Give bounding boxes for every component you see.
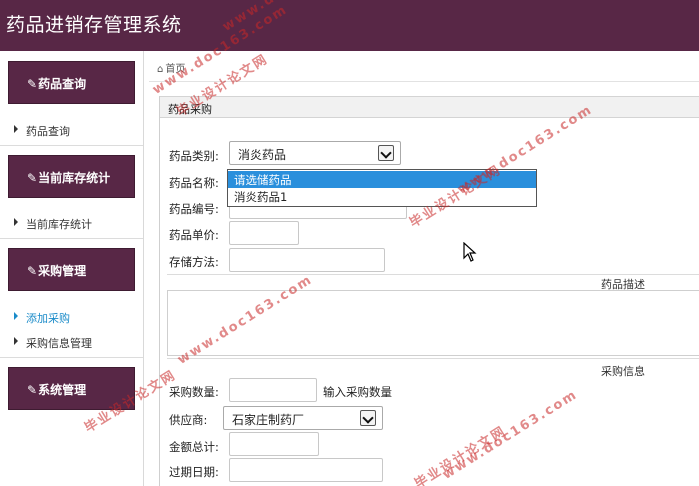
panel-header: 药品采购 [160, 96, 699, 118]
storage-method-input[interactable] [229, 248, 385, 272]
breadcrumb: ⌂ 首页 [157, 60, 185, 75]
category-select[interactable]: 消炎药品 [229, 141, 401, 165]
divider [0, 357, 143, 358]
sidebar-item-stock-stats[interactable]: 当前库存统计 [0, 214, 143, 232]
quantity-label: 采购数量: [169, 385, 219, 399]
edit-icon: ✎ [27, 383, 38, 397]
quantity-hint: 输入采购数量 [323, 385, 392, 399]
divider [167, 274, 699, 275]
sidebar-header-system-mgmt[interactable]: ✎系统管理 [8, 367, 135, 410]
supplier-select[interactable]: 石家庄制药厂 [223, 406, 383, 430]
sidebar-item-add-purchase[interactable]: 添加采购 [0, 308, 143, 326]
sidebar-header-drug-query[interactable]: ✎药品查询 [8, 61, 135, 104]
expiry-date-input[interactable] [229, 458, 383, 482]
total-amount-input[interactable] [229, 432, 319, 456]
edit-icon: ✎ [27, 264, 38, 278]
chevron-down-icon [360, 410, 376, 426]
caret-right-icon [14, 125, 18, 133]
expiry-date-label: 过期日期: [169, 465, 219, 479]
panel-title: 药品采购 [168, 103, 212, 116]
sidebar-item-purchase-info[interactable]: 采购信息管理 [0, 333, 143, 351]
top-header-bar: 药品进销存管理系统 [0, 0, 699, 51]
caret-right-icon [14, 312, 18, 320]
quantity-input[interactable] [229, 378, 317, 402]
category-dropdown-list[interactable]: 请选储药品 消炎药品1 [227, 169, 537, 207]
breadcrumb-home-link[interactable]: 首页 [165, 64, 185, 75]
divider [149, 81, 699, 82]
purchase-info-label: 采购信息 [601, 365, 645, 378]
drug-code-label: 药品编号: [169, 202, 219, 216]
edit-icon: ✎ [27, 171, 38, 185]
main-content: ⌂ 首页 药品采购 药品类别: 消炎药品 药品名称: 药品编号: 药品单价: 存储… [145, 51, 699, 486]
sidebar-header-purchase-mgmt[interactable]: ✎采购管理 [8, 248, 135, 291]
dropdown-option[interactable]: 请选储药品 [228, 171, 536, 188]
app-title: 药品进销存管理系统 [6, 14, 182, 36]
category-label: 药品类别: [169, 149, 219, 163]
sidebar-item-drug-query[interactable]: 药品查询 [0, 121, 143, 139]
supplier-label: 供应商: [169, 413, 208, 427]
total-amount-label: 金额总计: [169, 440, 219, 454]
drug-price-input[interactable] [229, 221, 299, 245]
description-textarea[interactable] [167, 290, 699, 356]
divider [0, 238, 143, 239]
home-icon[interactable]: ⌂ [157, 64, 163, 75]
chevron-down-icon [378, 145, 394, 161]
caret-right-icon [14, 218, 18, 226]
edit-icon: ✎ [27, 77, 38, 91]
drug-price-label: 药品单价: [169, 228, 219, 242]
sidebar-header-stock-stats[interactable]: ✎当前库存统计 [8, 155, 135, 198]
storage-method-label: 存储方法: [169, 255, 219, 269]
caret-right-icon [14, 337, 18, 345]
dropdown-option[interactable]: 消炎药品1 [228, 188, 536, 205]
drug-name-label: 药品名称: [169, 176, 219, 190]
divider [167, 358, 699, 359]
sidebar: ✎药品查询 药品查询 ✎当前库存统计 当前库存统计 ✎采购管理 添加采购 采购信… [0, 51, 144, 486]
divider [0, 145, 143, 146]
